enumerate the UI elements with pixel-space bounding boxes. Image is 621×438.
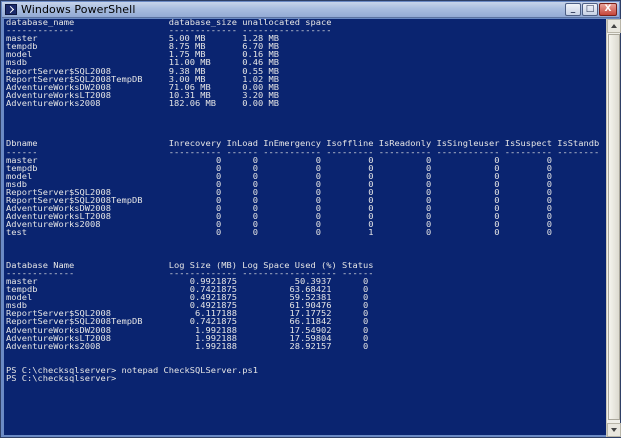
close-button[interactable]: X — [599, 3, 617, 16]
vertical-scrollbar[interactable] — [606, 19, 621, 437]
console-line: AdventureWorks2008 182.06 MB 0.00 MB — [6, 98, 279, 108]
scroll-down-arrow-icon[interactable] — [607, 423, 621, 437]
console-text[interactable]: database_name database_size unallocated … — [6, 19, 599, 383]
window-title: Windows PowerShell — [21, 3, 136, 16]
title-bar[interactable]: Windows PowerShell _ □ X — [2, 2, 619, 18]
powershell-icon[interactable] — [5, 4, 17, 15]
console-line: test 0 0 0 1 0 0 0 — [6, 228, 552, 238]
console-line: PS C:\checksqlserver> — [6, 374, 117, 384]
scrollbar-thumb[interactable] — [608, 34, 620, 420]
powershell-window: Windows PowerShell _ □ X database_name d… — [0, 0, 621, 438]
window-controls: _ □ X — [565, 3, 617, 16]
minimize-button[interactable]: _ — [565, 3, 581, 16]
scroll-up-arrow-icon[interactable] — [607, 19, 621, 33]
maximize-button[interactable]: □ — [582, 3, 598, 16]
console-output[interactable]: database_name database_size unallocated … — [4, 19, 606, 435]
console-line: AdventureWorks2008 1.992188 28.92157 0 — [6, 341, 369, 351]
